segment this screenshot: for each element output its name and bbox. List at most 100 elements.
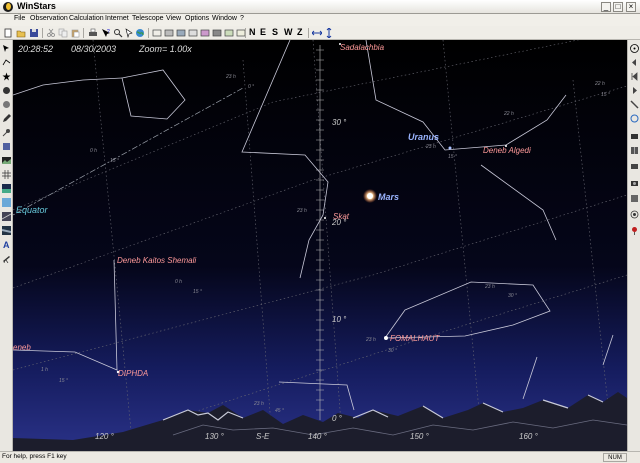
circle-icon[interactable] [630, 114, 639, 123]
direction-east-button[interactable]: E [260, 27, 266, 37]
tool-icon-5[interactable] [200, 28, 210, 38]
menu-options[interactable]: Options [185, 15, 209, 22]
tool-icon-6[interactable] [212, 28, 222, 38]
tool-icon-1[interactable] [152, 28, 162, 38]
menu-telescope[interactable]: Telescope [132, 15, 164, 22]
sky-icon[interactable] [2, 198, 11, 207]
cut-icon[interactable] [46, 28, 56, 38]
close-button[interactable]: × [626, 2, 636, 12]
zoom-display: Zoom= 1.00x [138, 44, 192, 54]
print-icon[interactable] [88, 28, 98, 38]
marker-icon[interactable] [630, 226, 639, 235]
grid-label: 15 ° [193, 289, 202, 295]
comet-icon[interactable] [2, 128, 11, 137]
menu-help[interactable]: ? [240, 15, 244, 22]
toolbar: ? N E S W Z [0, 26, 640, 40]
deneb-edge-label[interactable]: eneb [13, 343, 31, 352]
toolbar-separator [83, 28, 84, 38]
copy-icon[interactable] [58, 28, 68, 38]
date-display: 08/30/2003 [71, 44, 116, 54]
target-icon[interactable] [630, 210, 639, 219]
book-icon[interactable] [630, 146, 639, 155]
help-pointer-icon[interactable]: ? [101, 28, 111, 38]
uranus-planet[interactable] [448, 146, 452, 150]
milkyway-icon[interactable] [2, 226, 11, 235]
skat-star[interactable] [324, 217, 326, 219]
globe-icon[interactable] [135, 28, 145, 38]
diphda-label[interactable]: DIPHDA [118, 369, 148, 378]
grid-label: 22 h [594, 81, 605, 87]
menu-calculation[interactable]: Calculation [69, 15, 104, 22]
constellation-icon[interactable] [2, 58, 11, 67]
labels-icon[interactable]: A [2, 240, 11, 249]
menu-window[interactable]: Window [212, 15, 237, 22]
altitude-label-10: 10 ° [332, 315, 347, 324]
paste-icon[interactable] [70, 28, 80, 38]
find-icon[interactable] [113, 28, 123, 38]
title-bar[interactable]: WinStars _ □ × [0, 0, 640, 14]
tool-icon-4[interactable] [188, 28, 198, 38]
zoom-tool-icon[interactable] [630, 100, 639, 109]
telescope-icon[interactable] [2, 254, 11, 263]
app-icon[interactable] [3, 2, 13, 12]
azimuth-label-120: 120 ° [95, 432, 115, 441]
horizon-icon[interactable] [2, 184, 11, 193]
fomalhaut-label[interactable]: FOMALHAUT [390, 334, 440, 343]
mars-label[interactable]: Mars [378, 192, 399, 202]
winstars-window: WinStars _ □ × File Observation Calculat… [0, 0, 640, 463]
zenith-button[interactable]: Z [297, 27, 303, 37]
ecliptic-icon[interactable] [2, 212, 11, 221]
sky-view[interactable]: 20:28:52 08/30/2003 Zoom= 1.00x Equator … [13, 40, 627, 451]
deneb-kaitos-shemali-label[interactable]: Deneb Kaitos Shemali [117, 256, 196, 265]
menu-observation[interactable]: Observation [30, 15, 68, 22]
deneb-algedi-label[interactable]: Deneb Algedi [483, 146, 531, 155]
pointer-icon[interactable] [2, 44, 11, 53]
film-icon[interactable] [630, 162, 639, 171]
tool-icon-2[interactable] [164, 28, 174, 38]
landscape-icon[interactable] [2, 156, 11, 165]
toolbar-separator [42, 28, 43, 38]
sky-chart[interactable]: 20:28:52 08/30/2003 Zoom= 1.00x Equator … [13, 40, 627, 451]
fomalhaut-star[interactable] [384, 336, 388, 340]
azimuth-label-140: 140 ° [308, 432, 328, 441]
menu-internet[interactable]: Internet [105, 15, 129, 22]
horizontal-arrows-icon[interactable] [312, 28, 322, 38]
compass-icon[interactable] [630, 44, 639, 53]
tool-icon-7[interactable] [224, 28, 234, 38]
grid-label: 0 h [175, 279, 182, 285]
right-toolbar [627, 40, 640, 451]
direction-south-button[interactable]: S [272, 27, 278, 37]
menu-file[interactable]: File [14, 15, 25, 22]
save-icon[interactable] [29, 28, 39, 38]
direction-west-button[interactable]: W [284, 27, 293, 37]
uranus-label[interactable]: Uranus [408, 132, 439, 142]
back-icon[interactable] [630, 72, 639, 81]
altitude-label-0: 0 ° [332, 414, 343, 423]
open-icon[interactable] [16, 28, 26, 38]
vertical-arrows-icon[interactable] [324, 28, 334, 38]
menu-view[interactable]: View [166, 15, 181, 22]
planet-icon[interactable] [2, 100, 11, 109]
minimize-button[interactable]: _ [601, 2, 611, 12]
toolbar-separator [148, 28, 149, 38]
right-arrow-icon[interactable] [630, 86, 639, 95]
time-display: 20:28:52 [17, 44, 53, 54]
direction-north-button[interactable]: N [249, 27, 256, 37]
tool-icon-3[interactable] [176, 28, 186, 38]
mars-core [367, 193, 373, 199]
new-icon[interactable] [3, 28, 13, 38]
num-lock-indicator: NUM [603, 453, 627, 462]
maximize-button[interactable]: □ [613, 2, 623, 12]
star-icon[interactable] [2, 72, 11, 81]
image-icon[interactable] [630, 194, 639, 203]
nebula-icon[interactable] [2, 142, 11, 151]
svg-text:A: A [3, 240, 10, 249]
moon-icon[interactable] [2, 86, 11, 95]
card-icon[interactable] [630, 132, 639, 141]
sadalachbia-label[interactable]: Sadalachbia [340, 43, 385, 52]
cursor-icon[interactable] [124, 28, 134, 38]
left-arrow-icon[interactable] [630, 58, 639, 67]
pencil-icon[interactable] [2, 114, 11, 123]
camera-icon[interactable] [630, 178, 639, 187]
grid-icon[interactable] [2, 170, 11, 179]
